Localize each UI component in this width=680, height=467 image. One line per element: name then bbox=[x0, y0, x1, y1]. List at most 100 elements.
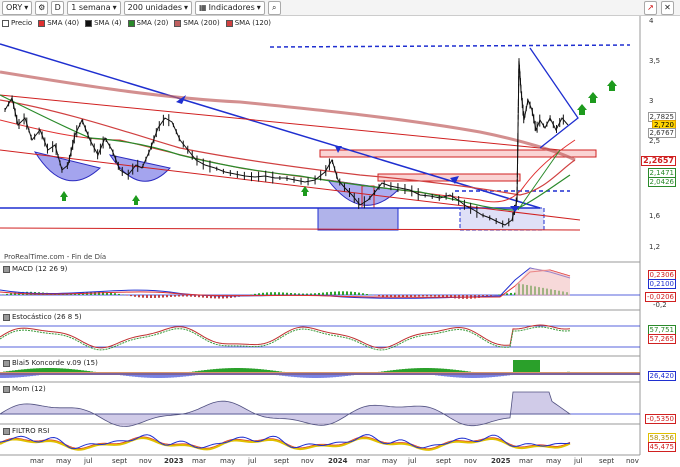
x-axis-label: 2023 bbox=[164, 457, 184, 465]
blai-bar bbox=[285, 375, 288, 377]
blai-bar bbox=[459, 375, 462, 378]
blai-bar bbox=[453, 375, 456, 378]
stoch-label[interactable]: Estocástico (26 8 5) bbox=[3, 313, 82, 321]
blai-bar bbox=[483, 375, 486, 378]
macd-bar bbox=[274, 292, 276, 295]
blai-bar bbox=[75, 369, 78, 372]
macd-bar bbox=[330, 291, 332, 295]
blai-bar bbox=[450, 369, 453, 372]
macd-bar bbox=[6, 293, 8, 295]
x-axis-label: jul bbox=[574, 457, 583, 465]
blai-bar bbox=[30, 368, 33, 372]
x-axis-label: sept bbox=[599, 457, 615, 465]
blai-label[interactable]: Blai5 Koncorde v.09 (15) bbox=[3, 359, 98, 367]
price-tick: 2,5 bbox=[649, 137, 661, 145]
macd-label[interactable]: MACD (12 26 9) bbox=[3, 265, 68, 273]
blai-bar bbox=[309, 375, 312, 378]
blai-bar bbox=[438, 375, 441, 376]
blai-bar bbox=[321, 375, 324, 378]
blai-bar bbox=[153, 375, 156, 378]
blai-bar bbox=[9, 375, 12, 378]
blai-bar bbox=[396, 369, 399, 372]
blai-bar bbox=[393, 369, 396, 372]
blai-bar bbox=[246, 368, 249, 372]
macd-bar bbox=[306, 293, 308, 295]
macd-bar bbox=[310, 293, 312, 295]
blai-bar bbox=[282, 375, 285, 376]
channel-line bbox=[0, 94, 561, 151]
mom-label[interactable]: Mom (12) bbox=[3, 385, 46, 393]
blai-bar bbox=[210, 369, 213, 372]
blai-bar bbox=[456, 370, 459, 372]
blai-bar bbox=[177, 375, 180, 378]
macd-bar bbox=[190, 295, 192, 297]
blai-bar bbox=[411, 368, 414, 372]
macd-bar bbox=[254, 293, 256, 295]
blai-bar bbox=[501, 375, 504, 377]
blai-bar bbox=[48, 368, 51, 372]
blai-bar bbox=[468, 375, 471, 378]
x-axis-label: nov bbox=[464, 457, 477, 465]
blai-bar bbox=[405, 368, 408, 372]
downtrend-line bbox=[0, 43, 541, 209]
blai-bar bbox=[69, 369, 72, 372]
blai-bar bbox=[444, 375, 447, 377]
blai-bar bbox=[489, 375, 492, 378]
blai-bar bbox=[234, 368, 237, 372]
macd-bar bbox=[154, 295, 156, 298]
blai-bar bbox=[462, 375, 465, 378]
blai-bar bbox=[315, 375, 318, 378]
blai-bar bbox=[171, 375, 174, 378]
blai-bar bbox=[192, 375, 195, 376]
blai-bar bbox=[27, 375, 30, 377]
blai-bar bbox=[324, 375, 327, 378]
macd-bar bbox=[506, 293, 508, 295]
blai-bar bbox=[18, 369, 21, 372]
blai-bar bbox=[81, 370, 84, 372]
stoch-title: Estocástico (26 8 5) bbox=[12, 313, 82, 321]
blai-bar bbox=[204, 370, 207, 372]
macd-bar bbox=[438, 295, 440, 297]
blai-bar bbox=[165, 375, 168, 378]
x-axis-label: may bbox=[382, 457, 398, 465]
blai-bar bbox=[276, 371, 279, 372]
blai-bar bbox=[141, 375, 144, 378]
macd-bar bbox=[322, 292, 324, 295]
mom-title: Mom (12) bbox=[12, 385, 46, 393]
blai-bar bbox=[15, 375, 18, 378]
macd-bar bbox=[146, 295, 148, 298]
blai-bar bbox=[342, 375, 345, 377]
stoch-swatch bbox=[3, 313, 10, 321]
blai-bar bbox=[249, 368, 252, 372]
macd-bar bbox=[378, 295, 380, 297]
blai-bar bbox=[183, 375, 186, 377]
blai-bar bbox=[312, 375, 315, 378]
macd-bar bbox=[358, 292, 360, 295]
x-axis-label: sept bbox=[112, 457, 128, 465]
blai-bar bbox=[462, 370, 465, 372]
macd-bar bbox=[298, 293, 300, 295]
rsi-label[interactable]: FILTRO RSI bbox=[3, 427, 50, 435]
rsi-swatch bbox=[3, 427, 10, 435]
arrow-up-icon bbox=[132, 195, 140, 205]
blai-bar bbox=[27, 368, 30, 372]
blai-bar bbox=[297, 375, 300, 378]
blai-bar bbox=[150, 375, 153, 378]
price-chart[interactable] bbox=[0, 0, 680, 467]
macd-bar bbox=[266, 292, 268, 295]
blai-bar bbox=[213, 369, 216, 372]
blai-bar bbox=[306, 375, 309, 378]
blai-bar bbox=[126, 375, 129, 376]
blai-bar bbox=[426, 368, 429, 372]
mom-area bbox=[0, 391, 572, 427]
blai-bar bbox=[447, 369, 450, 372]
blai-bar bbox=[231, 368, 234, 372]
blai-bar bbox=[261, 369, 264, 372]
blai-bar bbox=[72, 369, 75, 372]
blai-bar bbox=[498, 375, 501, 377]
blai-bar bbox=[132, 375, 135, 377]
blai-bar bbox=[12, 375, 15, 378]
blai-bar bbox=[495, 375, 498, 377]
blai-bar bbox=[459, 370, 462, 372]
blai-bar bbox=[525, 360, 528, 372]
